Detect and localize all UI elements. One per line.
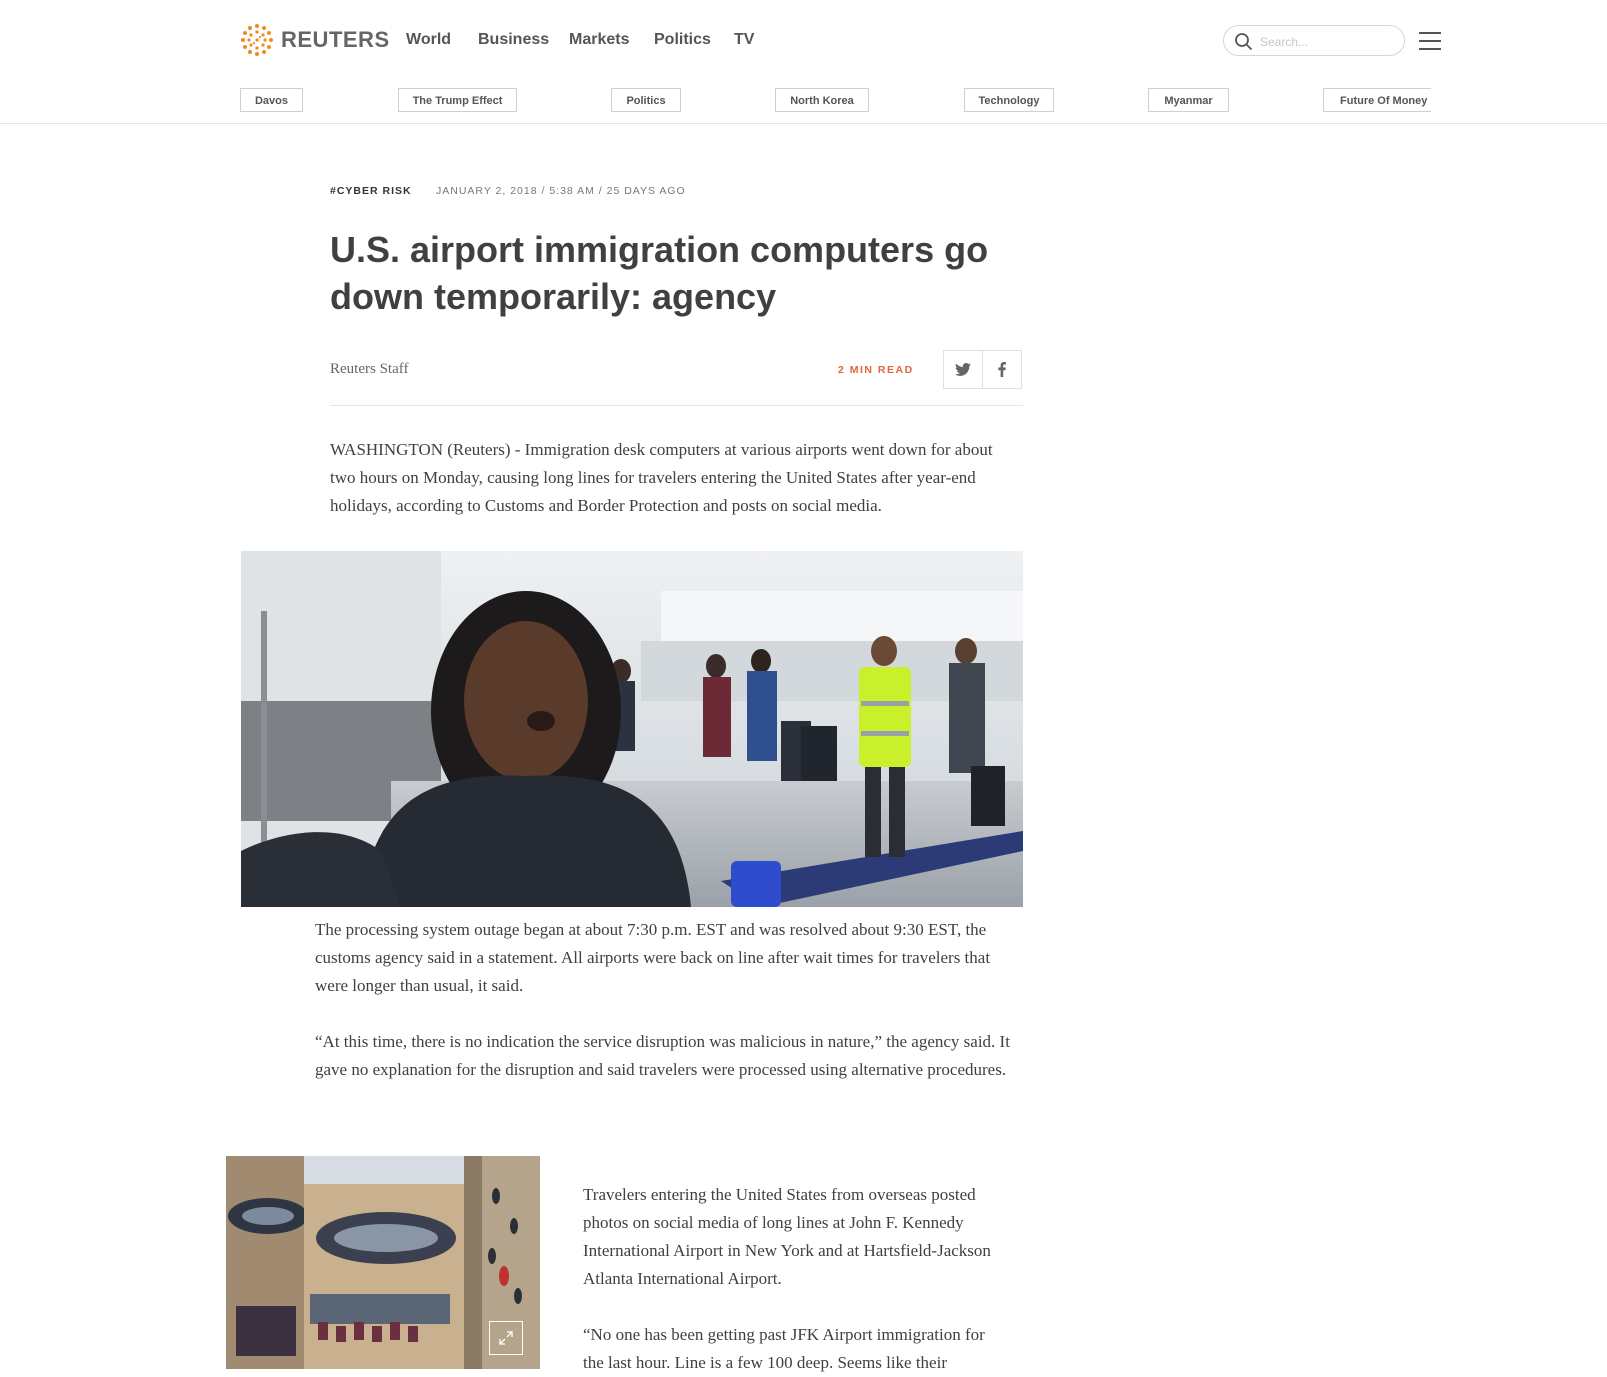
airport-scene-image (241, 551, 1023, 907)
menu-icon[interactable] (1419, 32, 1441, 50)
article-headline: U.S. airport immigration computers go do… (330, 229, 989, 317)
nav-business[interactable]: Business (478, 31, 549, 49)
paragraph-1: WASHINGTON (Reuters) - Immigration desk … (330, 440, 993, 515)
byline-divider (330, 405, 1023, 406)
video-thumbnail[interactable] (241, 551, 1023, 907)
topic-technology[interactable]: Technology (964, 88, 1054, 112)
expand-icon[interactable] (489, 1321, 523, 1355)
topic-future-of-money[interactable]: Future Of Money (1323, 88, 1431, 112)
share-facebook-button[interactable] (982, 350, 1022, 389)
reuters-logo[interactable]: REUTERS (240, 22, 390, 58)
paragraph-3: “At this time, there is no indication th… (315, 1032, 1010, 1079)
read-time: 2 MIN READ (838, 364, 914, 376)
paragraph-4: Travelers entering the United States fro… (583, 1185, 991, 1288)
search-input[interactable] (1258, 31, 1397, 53)
twitter-icon (955, 363, 971, 376)
header-divider (0, 123, 1607, 124)
brand-name: REUTERS (281, 27, 390, 52)
share-twitter-button[interactable] (943, 350, 983, 389)
nav-tv[interactable]: TV (734, 31, 754, 49)
topic-myanmar[interactable]: Myanmar (1148, 88, 1229, 112)
article-byline[interactable]: Reuters Staff (330, 361, 408, 378)
topic-trump-effect[interactable]: The Trump Effect (398, 88, 517, 112)
search-icon[interactable] (1234, 32, 1253, 51)
facebook-icon (997, 362, 1006, 377)
article-kicker[interactable]: #CYBER RISK (330, 185, 412, 197)
topic-davos[interactable]: Davos (240, 88, 303, 112)
article-dateline: JANUARY 2, 2018 / 5:38 AM / 25 DAYS AGO (436, 185, 686, 197)
topic-north-korea[interactable]: North Korea (775, 88, 869, 112)
topic-politics[interactable]: Politics (611, 88, 681, 112)
nav-politics[interactable]: Politics (654, 31, 711, 49)
reuters-logo-icon (241, 24, 273, 56)
search-box[interactable] (1223, 25, 1405, 56)
nav-world[interactable]: World (406, 31, 451, 49)
nav-markets[interactable]: Markets (569, 31, 629, 49)
paragraph-2: The processing system outage began at ab… (315, 920, 991, 995)
